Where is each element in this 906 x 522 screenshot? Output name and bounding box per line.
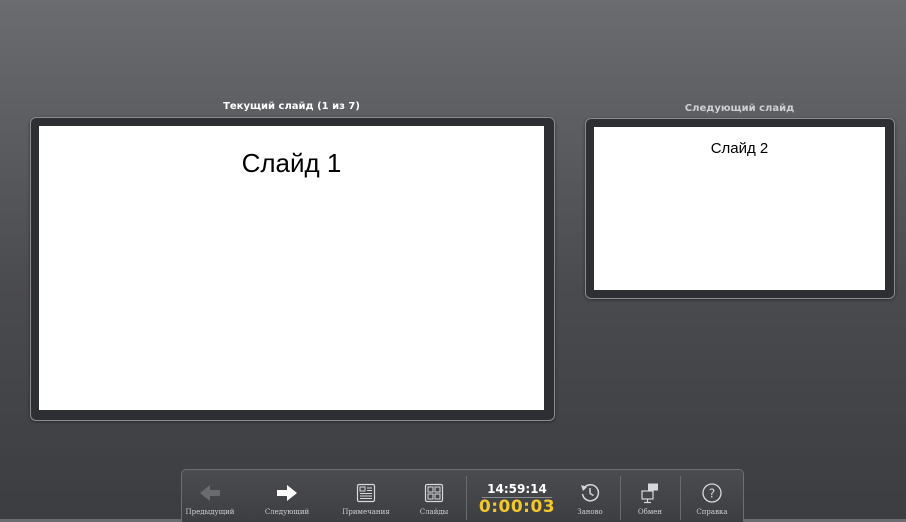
next-label: Следующий: [264, 508, 310, 516]
switch-button[interactable]: Обмен: [630, 470, 670, 520]
restart-label: Заново: [577, 508, 603, 516]
switch-label: Обмен: [637, 508, 663, 516]
restart-clock-icon: [570, 482, 610, 504]
current-slide-canvas[interactable]: Слайд 1: [39, 126, 544, 410]
next-slide-title: Следующий слайд: [684, 103, 795, 114]
help-label: Справка: [696, 508, 728, 516]
slides-button[interactable]: Слайды: [414, 470, 454, 520]
swap-monitors-icon: [630, 482, 670, 504]
restart-button[interactable]: Заново: [570, 470, 610, 520]
help-icon: ?: [692, 482, 732, 504]
current-slide-title: Текущий слайд (1 из 7): [223, 101, 360, 112]
next-slide-text: Слайд 2: [710, 140, 769, 157]
next-slide-frame: Слайд 2: [585, 118, 895, 299]
current-slide-frame: Слайд 1: [30, 117, 555, 421]
notes-button[interactable]: Примечания: [342, 470, 390, 520]
notes-icon: [342, 482, 390, 504]
slides-grid-icon: [414, 482, 454, 504]
previous-button[interactable]: Предыдущий: [186, 470, 234, 520]
arrow-right-icon: [265, 482, 309, 504]
elapsed-timer: 0:00:03: [478, 497, 556, 517]
presenter-toolbar: Предыдущий Следующий Примечания Слайды 1…: [181, 469, 744, 522]
notes-label: Примечания: [342, 508, 390, 516]
clock-display: 14:59:14: [487, 482, 547, 496]
toolbar-separator: [620, 476, 621, 520]
previous-label: Предыдущий: [185, 508, 235, 516]
toolbar-separator: [680, 476, 681, 520]
help-button[interactable]: ? Справка: [692, 470, 732, 520]
svg-text:?: ?: [709, 487, 715, 501]
toolbar-separator: [466, 476, 467, 520]
next-slide-canvas[interactable]: Слайд 2: [594, 127, 885, 290]
next-button[interactable]: Следующий: [265, 470, 309, 520]
current-slide-text: Слайд 1: [241, 148, 342, 178]
slides-label: Слайды: [419, 508, 449, 516]
arrow-left-icon: [188, 482, 232, 504]
